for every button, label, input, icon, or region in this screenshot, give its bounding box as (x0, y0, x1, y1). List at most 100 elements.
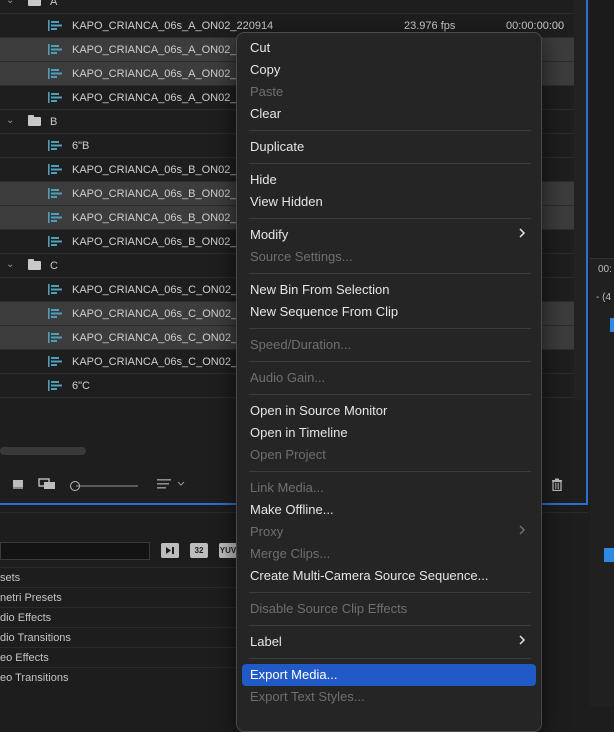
chevron-right-icon (518, 521, 526, 543)
timecode-fragment: 00: (598, 264, 612, 275)
menu-item-label: Open Project (250, 447, 326, 462)
menu-item-label[interactable]: Label (242, 631, 536, 653)
sequence-icon (48, 379, 62, 392)
sequence-icon (48, 91, 62, 104)
menu-item-open-in-source-monitor[interactable]: Open in Source Monitor (242, 400, 536, 422)
clip-name: KAPO_CRIANCA_06s_A_ON02_ (72, 44, 237, 56)
menu-item-label: Export Media... (250, 667, 338, 682)
sequence-icon (48, 355, 62, 368)
sequence-icon (48, 187, 62, 200)
menu-separator (249, 163, 531, 164)
menu-item-label: Source Settings... (250, 249, 353, 264)
menu-separator (249, 471, 531, 472)
effects-folder-audio-transitions[interactable]: dio Transitions (0, 627, 240, 648)
menu-item-speed-duration: Speed/Duration... (242, 334, 536, 356)
accelerated-effects-icon[interactable] (161, 543, 179, 558)
menu-item-make-offline[interactable]: Make Offline... (242, 499, 536, 521)
effects-folder-video-effects[interactable]: eo Effects (0, 647, 240, 668)
menu-item-open-in-timeline[interactable]: Open in Timeline (242, 422, 536, 444)
menu-item-hide[interactable]: Hide (242, 169, 536, 191)
menu-item-label: Label (250, 634, 282, 649)
sequence-icon (48, 331, 62, 344)
chevron-down-icon[interactable]: ⌄ (6, 259, 16, 271)
menu-item-export-text-styles: Export Text Styles... (242, 686, 536, 708)
chevron-down-icon[interactable]: ⌄ (6, 115, 16, 127)
menu-separator (249, 361, 531, 362)
menu-item-link-media: Link Media... (242, 477, 536, 499)
menu-separator (249, 218, 531, 219)
menu-item-new-sequence-from-clip[interactable]: New Sequence From Clip (242, 301, 536, 323)
menu-item-label: Paste (250, 84, 284, 99)
menu-item-label: Duplicate (250, 139, 305, 154)
trash-icon[interactable] (551, 478, 563, 494)
menu-separator (249, 328, 531, 329)
clip-name: KAPO_CRIANCA_06s_C_ON02_ (72, 308, 238, 320)
32bit-effects-button[interactable]: 32 (190, 543, 208, 558)
clip-name: KAPO_CRIANCA_06s_C_ON02_ (72, 284, 238, 296)
bin-name: B (50, 116, 58, 128)
effects-folder-lumetri-presets[interactable]: netri Presets (0, 587, 240, 608)
effects-folder-audio-effects[interactable]: dio Effects (0, 607, 240, 628)
sequence-icon (48, 307, 62, 320)
horizontal-scrollbar[interactable] (0, 447, 86, 455)
clip-name: KAPO_CRIANCA_06s_A_ON02_ (72, 68, 237, 80)
clip-name: KAPO_CRIANCA_06s_C_ON02_ (72, 356, 238, 368)
vertical-scrollbar[interactable] (574, 0, 586, 400)
menu-item-label: Clear (250, 106, 282, 121)
menu-item-label: Copy (250, 62, 281, 77)
menu-item-label: Open in Source Monitor (250, 403, 388, 418)
right-monitor-panel: 00: - (4 (590, 0, 614, 707)
menu-separator (249, 658, 531, 659)
sequence-icon (48, 19, 62, 32)
menu-separator (249, 625, 531, 626)
context-menu: Cut Copy Paste Clear Duplicate Hide View Hidde… (236, 32, 542, 732)
menu-item-label: Open in Timeline (250, 425, 348, 440)
bin-name: C (50, 260, 58, 272)
folder-icon (28, 259, 41, 270)
menu-item-new-bin-from-selection[interactable]: New Bin From Selection (242, 279, 536, 301)
menu-item-label: Disable Source Clip Effects (250, 601, 408, 616)
menu-item-label: Cut (250, 40, 271, 55)
bin-name: A (50, 0, 58, 8)
sequence-icon (48, 163, 62, 176)
sort-icon[interactable] (156, 478, 188, 493)
menu-item-label: Audio Gain... (250, 370, 326, 385)
sequence-icon (48, 211, 62, 224)
menu-item-label: Hide (250, 172, 277, 187)
clip-name: KAPO_CRIANCA_06s_B_ON02_ (72, 212, 237, 224)
menu-separator (249, 592, 531, 593)
menu-item-label: Speed/Duration... (250, 337, 352, 352)
folder-icon (28, 0, 41, 6)
effects-search-input[interactable] (0, 542, 150, 560)
menu-item-clear[interactable]: Clear (242, 103, 536, 125)
menu-item-copy[interactable]: Copy (242, 59, 536, 81)
menu-item-create-multi-camera-source-sequence[interactable]: Create Multi-Camera Source Sequence... (242, 565, 536, 587)
stack-icon[interactable] (38, 478, 58, 493)
clip-name: KAPO_CRIANCA_06s_B_ON02_ (72, 188, 237, 200)
zoom-slider-handle[interactable] (70, 481, 80, 491)
zoom-slider-track[interactable] (76, 485, 138, 487)
clip-name: KAPO_CRIANCA_06s_A_ON02_220914 (72, 20, 274, 32)
clip-name: KAPO_CRIANCA_06s_C_ON02_ (72, 332, 238, 344)
clip-name: KAPO_CRIANCA_06s_B_ON02_ (72, 236, 237, 248)
menu-item-duplicate[interactable]: Duplicate (242, 136, 536, 158)
menu-item-label: Link Media... (250, 480, 324, 495)
yuv-effects-button[interactable]: YUV (219, 543, 237, 558)
menu-item-export-media[interactable]: Export Media... (242, 664, 536, 686)
effects-folder-video-transitions[interactable]: eo Transitions (0, 667, 240, 688)
menu-item-cut[interactable]: Cut (242, 37, 536, 59)
media-start: 00:00:00:00 (506, 20, 565, 32)
folder-icon (28, 115, 41, 126)
playhead-marker[interactable] (610, 318, 614, 332)
menu-item-view-hidden[interactable]: View Hidden (242, 191, 536, 213)
clip-name: 6"B (72, 140, 90, 152)
menu-item-modify[interactable]: Modify (242, 224, 536, 246)
freeform-view-icon[interactable] (12, 478, 24, 493)
effects-folder-presets[interactable]: sets (0, 567, 240, 588)
clip-name: KAPO_CRIANCA_06s_A_ON02_ (72, 92, 237, 104)
menu-item-label: Proxy (250, 524, 284, 539)
bin-row[interactable]: ⌄ A (0, 0, 574, 14)
chevron-down-icon[interactable]: ⌄ (6, 0, 16, 7)
menu-item-label: Export Text Styles... (250, 689, 365, 704)
menu-item-label: Merge Clips... (250, 546, 331, 561)
